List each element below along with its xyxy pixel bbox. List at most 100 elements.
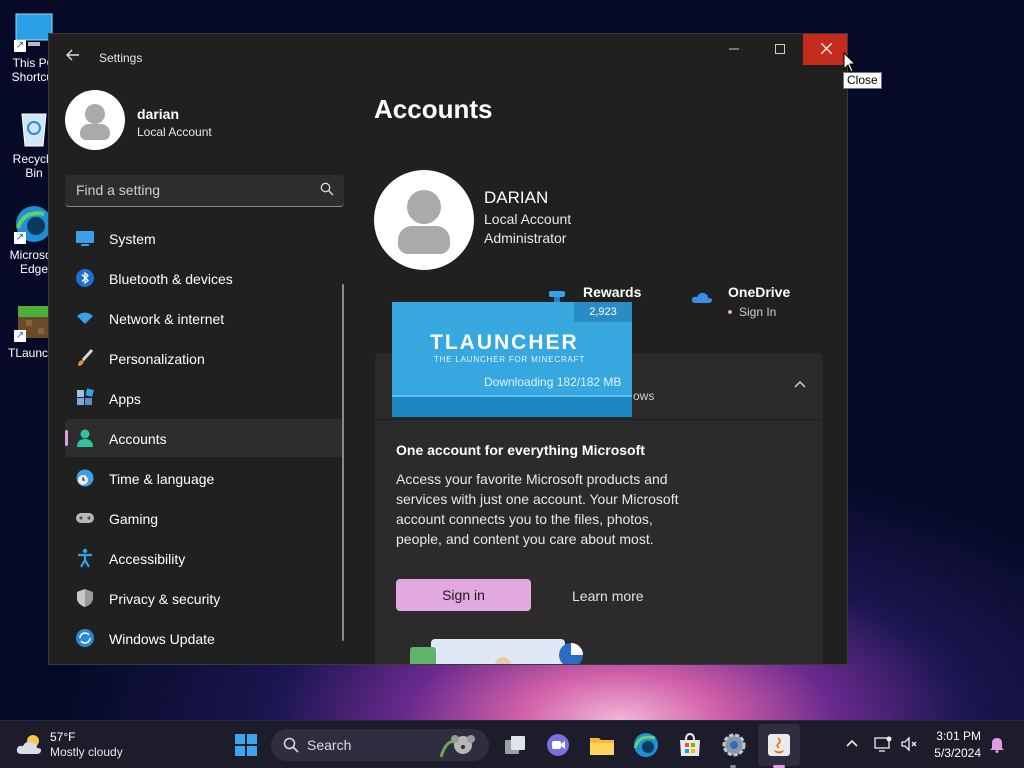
wifi-icon (77, 312, 93, 324)
profile-name: darian (137, 106, 180, 122)
arrow-left-icon (66, 49, 79, 61)
task-view-icon[interactable] (500, 730, 530, 760)
sign-in-button[interactable]: Sign in (396, 579, 531, 611)
taskbar-clock-time[interactable]: 3:01 PM (935, 729, 981, 743)
sidebar-item-accounts[interactable]: Accounts (65, 419, 344, 457)
back-button[interactable] (63, 48, 83, 68)
onedrive-tile[interactable]: OneDrive Sign In (691, 284, 831, 324)
sidebar-item-label: Gaming (109, 511, 159, 527)
avatar (65, 90, 125, 150)
sidebar-item-gaming[interactable]: Gaming (65, 499, 344, 537)
chevron-up-icon[interactable] (843, 735, 861, 753)
tlauncher-download-popup[interactable]: 2,923 TLAUNCHER THE LAUNCHER FOR MINECRA… (392, 302, 632, 417)
onedrive-signin-link[interactable]: Sign In (739, 305, 776, 319)
sidebar-item-label: Personalization (109, 351, 205, 367)
title-bar[interactable]: Settings (49, 34, 847, 82)
card-heading: One account for everything Microsoft (396, 442, 645, 458)
paintbrush-icon (78, 348, 94, 366)
weather-temperature: 57°F (50, 730, 76, 744)
tlauncher-logo-text: TLAUNCHER (430, 331, 579, 354)
notification-bell-icon[interactable] (988, 735, 1006, 753)
chevron-up-icon[interactable] (793, 377, 807, 391)
mouse-cursor-icon (843, 52, 857, 73)
user-account-type: Local Account (484, 211, 572, 227)
illustration-image (410, 639, 583, 664)
sidebar-item-bluetooth[interactable]: Bluetooth & devices (65, 259, 344, 297)
shortcut-arrow-icon: ↗ (14, 330, 26, 342)
page-title: Accounts (374, 94, 493, 124)
sidebar-item-label: Network & internet (109, 311, 225, 327)
download-status: Downloading 182/182 MB (484, 375, 622, 389)
user-name: DARIAN (484, 188, 549, 207)
globe-clock-icon (76, 469, 94, 487)
sidebar-item-label: System (109, 231, 156, 247)
sidebar-item-accessibility[interactable]: Accessibility (65, 539, 344, 577)
sidebar-item-network[interactable]: Network & internet (65, 299, 344, 337)
tlauncher-counter: 2,923 (574, 302, 632, 322)
minimize-button[interactable] (711, 34, 757, 65)
search-input[interactable] (65, 175, 305, 205)
shortcut-arrow-icon: ↗ (14, 232, 26, 244)
sidebar-item-system[interactable]: System (65, 219, 344, 257)
taskbar-clock-date[interactable]: 5/3/2024 (929, 746, 981, 760)
gamepad-icon (76, 513, 94, 523)
microsoft-store-icon[interactable] (675, 730, 705, 760)
taskbar: 57°F Mostly cloudy Search 3:01 PM 5/3/20… (0, 720, 1024, 768)
sidebar-item-label: Bluetooth & devices (109, 271, 233, 287)
sidebar-item-apps[interactable]: Apps (65, 379, 344, 417)
sidebar-item-label: Apps (109, 391, 141, 407)
taskbar-search[interactable]: Search (271, 729, 489, 761)
maximize-icon (775, 44, 785, 54)
update-icon (76, 629, 94, 647)
close-icon (820, 42, 832, 55)
onedrive-title: OneDrive (728, 284, 791, 300)
sidebar-item-label: Accessibility (109, 551, 186, 567)
speaker-muted-icon[interactable] (900, 735, 918, 753)
onedrive-cloud-icon (691, 292, 713, 303)
sidebar-item-personalization[interactable]: Personalization (65, 339, 344, 377)
windows-start-icon[interactable] (231, 730, 261, 760)
search-icon (283, 737, 299, 753)
file-explorer-icon[interactable] (587, 730, 617, 760)
card-divider (375, 419, 823, 420)
weather-widget[interactable]: 57°F Mostly cloudy (16, 729, 156, 763)
find-setting-box (65, 175, 344, 207)
sidebar-profile[interactable]: darian Local Account (65, 90, 345, 152)
download-progress-bar (392, 395, 632, 417)
trophy-icon (549, 291, 565, 302)
apps-icon (77, 388, 94, 405)
edge-icon[interactable] (631, 730, 661, 760)
minimize-icon (729, 48, 739, 50)
avatar (374, 170, 474, 270)
profile-account-type: Local Account (137, 125, 212, 139)
weather-description: Mostly cloudy (50, 745, 123, 759)
sidebar-item-label: Accounts (109, 431, 167, 447)
learn-more-link[interactable]: Learn more (572, 588, 644, 604)
sidebar-item-windows-update[interactable]: Windows Update (65, 619, 344, 657)
network-icon[interactable] (874, 735, 892, 753)
window-title: Settings (99, 51, 143, 65)
search-icon[interactable] (320, 182, 334, 196)
maximize-button[interactable] (757, 34, 803, 65)
status-dot (728, 310, 732, 314)
sidebar-scrollbar[interactable] (342, 284, 344, 641)
taskbar-search-label: Search (307, 737, 352, 753)
rewards-title: Rewards (583, 284, 642, 300)
sidebar-item-label: Windows Update (109, 631, 215, 647)
close-button[interactable] (803, 34, 847, 65)
teams-chat-icon[interactable] (543, 730, 573, 760)
card-subtitle: ows (633, 389, 655, 403)
koala-highlight-icon (439, 735, 475, 758)
bluetooth-icon (76, 269, 94, 287)
sidebar-item-label: Privacy & security (109, 591, 221, 607)
java-icon[interactable] (764, 730, 794, 760)
sidebar-item-label: Time & language (109, 471, 215, 487)
settings-gear-icon[interactable] (719, 730, 749, 760)
close-tooltip: Close (843, 72, 882, 89)
user-role: Administrator (484, 230, 567, 246)
sidebar-item-privacy[interactable]: Privacy & security (65, 579, 344, 617)
card-description: Access your favorite Microsoft products … (396, 471, 679, 547)
sidebar-item-time-language[interactable]: Time & language (65, 459, 344, 497)
accessibility-icon (78, 548, 92, 568)
cloudy-weather-icon (16, 735, 42, 754)
